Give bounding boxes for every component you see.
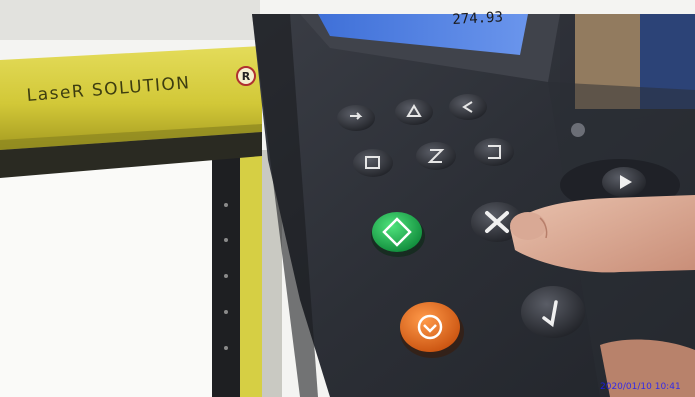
registered-mark-icon: R: [236, 66, 256, 86]
indicator-led: [571, 123, 585, 137]
arrow-key-3[interactable]: [449, 94, 487, 120]
function-key-3[interactable]: [474, 138, 514, 166]
confirm-button[interactable]: [521, 286, 585, 338]
lcd-readout: 274.93: [452, 9, 504, 28]
upper-frame: [0, 0, 260, 40]
timestamp-overlay: 2020/01/10 10:41: [600, 382, 681, 392]
arrow-key-1[interactable]: [337, 105, 375, 131]
cutting-bed: [0, 160, 215, 397]
side-rail: [212, 150, 240, 397]
function-key-2[interactable]: [416, 142, 456, 170]
laser-cutter-photo: R: [0, 0, 695, 397]
yellow-side-strip: [240, 150, 262, 397]
arrow-key-2[interactable]: [395, 99, 433, 125]
function-key-1[interactable]: [353, 149, 393, 177]
registered-mark-text: R: [242, 70, 251, 83]
